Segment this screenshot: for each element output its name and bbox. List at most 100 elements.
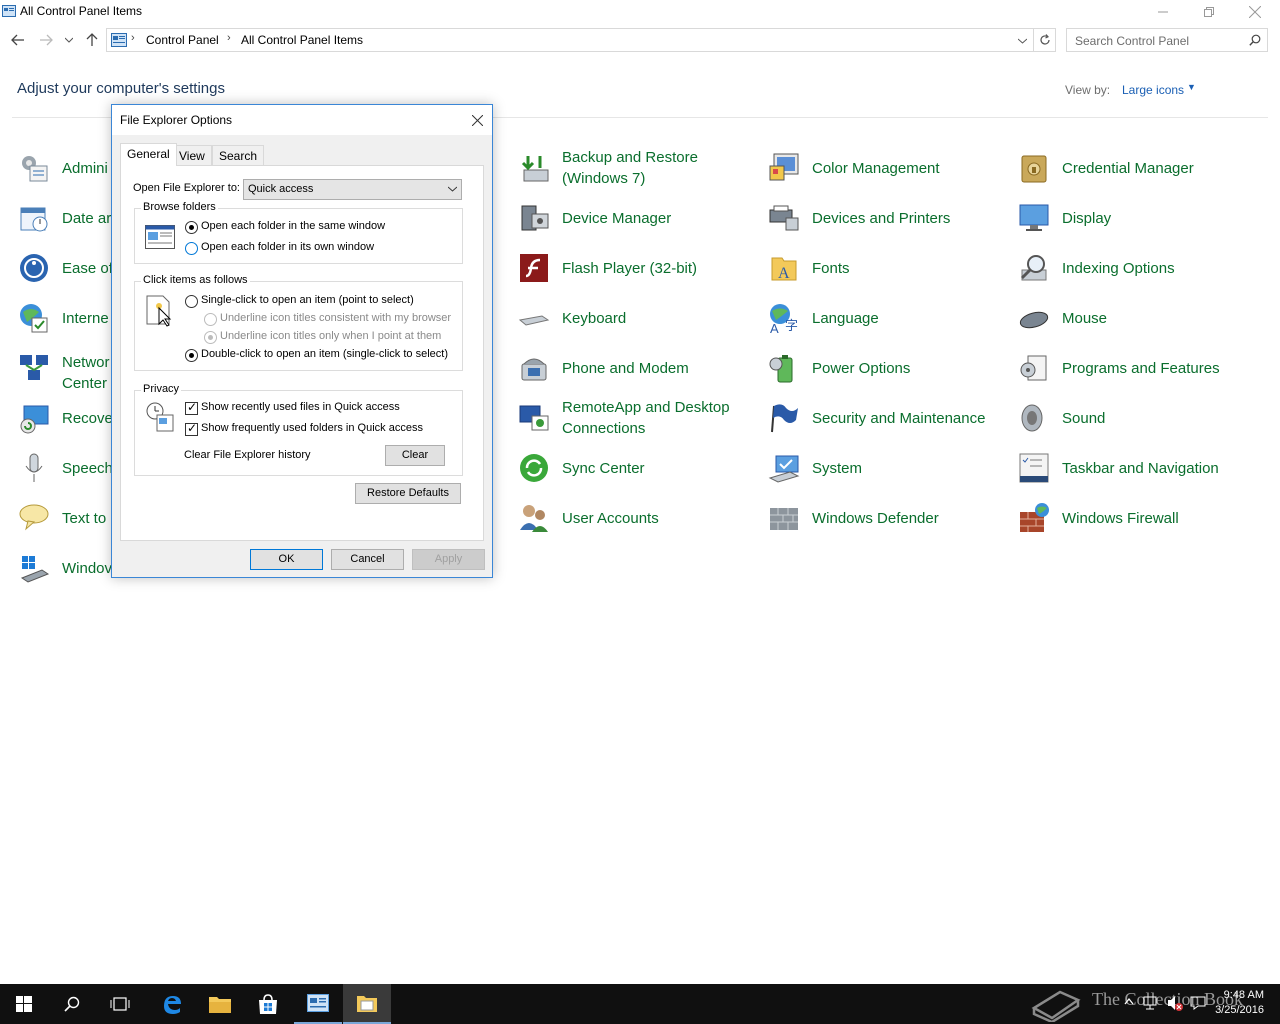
tab-search[interactable]: Search <box>212 145 265 165</box>
cp-item-label: Flash Player (32-bit) <box>562 260 698 277</box>
action-center-icon[interactable] <box>1190 995 1206 1011</box>
breadcrumb-all-items[interactable]: All Control Panel Items <box>241 33 363 47</box>
recent-files-checkbox[interactable] <box>185 400 198 415</box>
device-manager-icon <box>521 205 549 231</box>
volume-muted-icon[interactable] <box>1166 994 1184 1012</box>
open-explorer-select[interactable]: Quick access <box>243 179 462 200</box>
underline-browser-label[interactable]: Underline icon titles consistent with my… <box>220 312 451 324</box>
single-click-radio[interactable] <box>185 295 198 308</box>
refresh-button[interactable] <box>1034 28 1056 52</box>
cp-item-windows-defender[interactable]: Windows Defender <box>768 502 1008 552</box>
caret-down-icon[interactable]: ▼ <box>1187 82 1196 92</box>
cp-item-label: Device Manager <box>562 210 672 227</box>
cp-item-devices-printers[interactable]: Devices and Printers <box>768 202 1008 252</box>
close-button[interactable] <box>1232 0 1278 24</box>
cp-item-security-maintenance[interactable]: Security and Maintenance <box>768 402 1008 452</box>
svg-text:字: 字 <box>785 318 798 333</box>
underline-browser-radio[interactable] <box>204 313 217 326</box>
address-bar[interactable]: › Control Panel › All Control Panel Item… <box>106 28 1034 52</box>
cp-item-programs-features[interactable]: Programs and Features <box>1018 352 1258 402</box>
cp-item-backup-restore[interactable]: Backup and Restore (Windows 7) <box>518 147 758 197</box>
cp-item-label: Windows Firewall <box>1062 510 1179 527</box>
close-icon <box>1249 6 1261 18</box>
cp-item-device-manager[interactable]: Device Manager <box>518 202 758 252</box>
frequent-folders-label[interactable]: Show frequently used folders in Quick ac… <box>201 422 423 434</box>
minimize-button[interactable] <box>1140 0 1186 24</box>
start-button[interactable] <box>0 984 48 1024</box>
recent-locations-button[interactable] <box>62 30 76 50</box>
address-dropdown-button[interactable] <box>1013 31 1031 51</box>
double-click-label[interactable]: Double-click to open an item (single-cli… <box>201 348 448 360</box>
search-input[interactable]: Search Control Panel <box>1066 28 1268 52</box>
single-click-label[interactable]: Single-click to open an item (point to s… <box>201 294 414 306</box>
chevron-up-icon[interactable] <box>1124 997 1134 1005</box>
recent-files-label[interactable]: Show recently used files in Quick access <box>201 401 400 413</box>
clear-history-button[interactable]: Clear <box>385 445 445 466</box>
notes-folder-icon <box>357 996 377 1012</box>
cp-item-language[interactable]: A字 Language <box>768 302 1008 352</box>
cp-item-system[interactable]: System <box>768 452 1008 502</box>
browse-same-window-label[interactable]: Open each folder in the same window <box>201 220 385 232</box>
tab-general[interactable]: General <box>120 143 177 166</box>
view-by-dropdown[interactable]: Large icons <box>1122 83 1184 97</box>
cp-item-taskbar-navigation[interactable]: Taskbar and Navigation <box>1018 452 1258 502</box>
browse-same-window-radio[interactable] <box>185 221 198 234</box>
remote-desktop-icon <box>519 405 549 431</box>
cp-item-sound[interactable]: Sound <box>1018 402 1258 452</box>
cp-item-credential-manager[interactable]: Credential Manager <box>1018 152 1258 202</box>
title-bar: All Control Panel Items <box>0 0 1280 24</box>
svg-text:A: A <box>770 321 779 334</box>
underline-point-radio[interactable] <box>204 331 217 344</box>
cp-item-user-accounts[interactable]: User Accounts <box>518 502 758 552</box>
taskbar-notes-app[interactable] <box>343 984 391 1024</box>
ok-button[interactable]: OK <box>250 549 323 570</box>
tray-clock[interactable]: 9:48 AM 3/25/2016 <box>1208 988 1264 1018</box>
taskbar-control-panel[interactable] <box>294 984 342 1024</box>
taskbar-edge[interactable] <box>148 984 196 1024</box>
cp-item-sync-center[interactable]: Sync Center <box>518 452 758 502</box>
taskbar-file-explorer[interactable] <box>196 984 244 1024</box>
cp-item-label: Sound <box>1062 410 1106 427</box>
dialog-close-button[interactable] <box>466 109 488 131</box>
control-panel-icon <box>2 5 16 17</box>
cancel-button[interactable]: Cancel <box>331 549 404 570</box>
restore-icon <box>1204 7 1214 17</box>
programs-icon <box>1020 355 1047 381</box>
cp-item-color-management[interactable]: Color Management <box>768 152 1008 202</box>
cp-item-mouse[interactable]: Mouse <box>1018 302 1258 352</box>
browse-own-window-label[interactable]: Open each folder in its own window <box>201 241 374 253</box>
task-view-button[interactable] <box>96 984 144 1024</box>
underline-point-label[interactable]: Underline icon titles only when I point … <box>220 330 441 342</box>
privacy-group: Privacy Show recently used files in Quic… <box>134 383 463 476</box>
browse-own-window-radio[interactable] <box>185 242 198 255</box>
cp-item-display[interactable]: Display <box>1018 202 1258 252</box>
taskbar-store[interactable] <box>244 984 292 1024</box>
cp-item-keyboard[interactable]: Keyboard <box>518 302 758 352</box>
double-click-radio[interactable] <box>185 349 198 362</box>
language-icon: A字 <box>770 304 798 334</box>
cp-item-remoteapp[interactable]: RemoteApp and Desktop Connections <box>518 397 758 447</box>
up-button[interactable] <box>82 30 102 50</box>
cp-item-fonts[interactable]: A Fonts <box>768 252 1008 302</box>
forward-button[interactable] <box>36 30 56 50</box>
apply-button[interactable]: Apply <box>412 549 485 570</box>
breadcrumb-control-panel[interactable]: Control Panel <box>146 33 219 47</box>
taskbar-search-button[interactable] <box>48 984 96 1024</box>
restore-defaults-button[interactable]: Restore Defaults <box>355 483 461 504</box>
frequent-folders-checkbox[interactable] <box>185 421 198 436</box>
back-button[interactable] <box>8 30 28 50</box>
cp-item-phone-modem[interactable]: Phone and Modem <box>518 352 758 402</box>
cp-item-indexing-options[interactable]: Indexing Options <box>1018 252 1258 302</box>
cp-item-windows-firewall[interactable]: Windows Firewall <box>1018 502 1258 552</box>
windows-logo-icon <box>16 996 32 1012</box>
magnifier-icon <box>1020 255 1047 281</box>
cp-item-flash-player[interactable]: Flash Player (32-bit) <box>518 252 758 302</box>
control-panel-icon <box>307 994 329 1012</box>
breadcrumb-separator-icon[interactable]: › <box>131 32 135 44</box>
network-tray-icon[interactable] <box>1142 995 1158 1011</box>
restore-button[interactable] <box>1186 0 1232 24</box>
privacy-title: Privacy <box>141 383 182 395</box>
tab-view[interactable]: View <box>172 145 212 165</box>
breadcrumb-separator-icon[interactable]: › <box>227 32 231 44</box>
cp-item-power-options[interactable]: Power Options <box>768 352 1008 402</box>
